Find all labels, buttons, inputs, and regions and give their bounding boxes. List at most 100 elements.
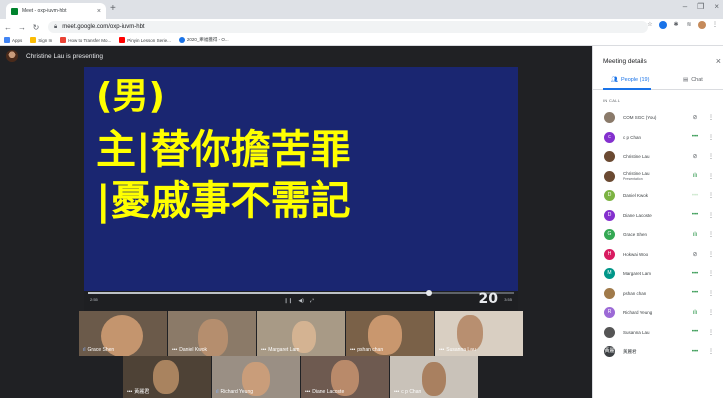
participant-row[interactable]: 黃麗 黃麗君 ••• ⋮ (593, 342, 723, 362)
more-icon: ••• (394, 389, 400, 395)
participant-row[interactable]: COM SGC (You) ⊘ ⋮ (593, 108, 723, 128)
more-options-icon[interactable]: ⋮ (708, 153, 714, 160)
forward-icon[interactable]: → (16, 23, 28, 32)
participant-tile[interactable]: ••• Susanna Lau (435, 311, 523, 356)
participant-row[interactable]: pshan chan ••• ⋮ (593, 284, 723, 304)
new-tab-button[interactable]: + (110, 3, 116, 15)
profile-avatar[interactable] (698, 21, 706, 29)
presentation-slide: (男) 主|替你擔苦罪 |憂戚事不需記 (84, 67, 518, 291)
participant-row[interactable]: c c p Chan ••• ⋮ (593, 128, 723, 148)
participant-tile[interactable]: ıl Richard Yeung (212, 356, 300, 398)
fullscreen-icon[interactable]: ⤢ (310, 298, 314, 304)
presenting-banner: Christine Lau is presenting (6, 50, 103, 62)
audio-indicator-icon[interactable]: ••• (690, 193, 700, 199)
participant-row[interactable]: G Grace Shen ılı ⋮ (593, 225, 723, 245)
more-options-icon[interactable]: ⋮ (708, 114, 714, 121)
audio-indicator-icon[interactable]: ••• (690, 290, 700, 296)
participant-tile[interactable]: ••• Daniel Kwok (168, 311, 256, 356)
participant-row[interactable]: M Margaret Lam ••• ⋮ (593, 264, 723, 284)
participant-row[interactable]: D Daniel Kwok ••• ⋮ (593, 186, 723, 206)
audio-indicator-icon[interactable]: ••• (690, 134, 700, 140)
progress-knob[interactable] (425, 290, 432, 296)
talking-icon[interactable]: ılı (690, 310, 700, 316)
avatar (604, 151, 615, 163)
close-icon[interactable]: × (716, 56, 721, 66)
talking-icon[interactable]: ılı (690, 173, 700, 179)
browser-tab[interactable]: Meet - oxp-iuvm-hbt × (6, 3, 106, 19)
participant-row[interactable]: D Diane Lacoste ••• ⋮ (593, 206, 723, 226)
tile-label: ••• Daniel Kwok (172, 347, 208, 353)
minimize-button[interactable]: – (683, 2, 687, 11)
more-options-icon[interactable]: ⋮ (708, 309, 714, 316)
extension-icon[interactable] (659, 21, 667, 29)
tile-label: ••• 黃麗君 (127, 388, 150, 396)
mic-off-icon[interactable]: ⊘ (690, 114, 700, 121)
address-bar[interactable]: 🔒︎ meet.google.com/oxp-iuvm-hbt (48, 21, 648, 33)
close-window-button[interactable]: × (714, 2, 719, 11)
more-options-icon[interactable]: ⋮ (708, 212, 714, 219)
participant-tile[interactable]: ••• Diane Lacoste (301, 356, 389, 398)
participant-tile[interactable]: ••• 黃麗君 (123, 356, 211, 398)
more-options-icon[interactable]: ⋮ (708, 134, 714, 141)
pause-icon[interactable]: ❙❙ (284, 298, 292, 304)
participant-tile[interactable]: ıl Grace Shen (79, 311, 167, 356)
cast-icon[interactable]: ≋ (685, 21, 693, 29)
bookmark-pinyin[interactable]: Pinyin Lesson Serie... (119, 37, 171, 43)
participant-name-text: Hokwai Woo (623, 251, 649, 257)
participant-name-text: Richard Yeung (623, 310, 653, 316)
audio-indicator-icon[interactable]: ••• (690, 329, 700, 335)
avatar: R (604, 307, 615, 319)
talking-icon: ıl (83, 347, 86, 353)
participant-name-text: Christine Lau (623, 154, 650, 160)
bookmark-sign-in[interactable]: Sign In (30, 37, 52, 43)
participant-row[interactable]: R Richard Yeung ılı ⋮ (593, 303, 723, 323)
volume-icon[interactable]: ◀) (298, 298, 304, 304)
participant-name: Christine Lau Presentation (623, 171, 683, 181)
participant-subtitle: Presentation (623, 176, 643, 181)
bookmark-onedrive[interactable]: 2020_牽福獲得 - O... (178, 37, 229, 43)
participant-row[interactable]: Christine Lau Presentation ılı ⋮ (593, 167, 723, 187)
progress-fill (88, 292, 429, 294)
back-icon[interactable]: ← (2, 23, 14, 32)
more-options-icon[interactable]: ⋮ (708, 231, 714, 238)
participant-row[interactable]: H Hokwai Woo ⊘ ⋮ (593, 245, 723, 265)
bookmark-transfer[interactable]: How to Transfer Mo... (60, 37, 111, 43)
audio-indicator-icon[interactable]: ••• (690, 271, 700, 277)
more-options-icon[interactable]: ⋮ (708, 251, 714, 258)
avatar: D (604, 190, 615, 202)
more-options-icon[interactable]: ⋮ (708, 270, 714, 277)
more-options-icon[interactable]: ⋮ (708, 348, 714, 355)
talking-icon[interactable]: ılı (690, 232, 700, 238)
tile-label: ••• c p Chan (394, 389, 422, 395)
window-controls: – ❐ × (683, 2, 719, 11)
tab-people[interactable]: 👥︎ People (19) (611, 77, 649, 83)
star-icon[interactable]: ☆ (646, 21, 654, 29)
maximize-button[interactable]: ❐ (697, 2, 704, 11)
progress-track[interactable] (88, 290, 514, 296)
participant-tile[interactable]: ••• pshan chan (346, 311, 434, 356)
reload-icon[interactable]: ↻ (30, 23, 42, 32)
tab-chat[interactable]: ▤ Chat (683, 77, 703, 83)
mic-off-icon[interactable]: ⊘ (690, 251, 700, 258)
participant-row[interactable]: Christine Lau ⊘ ⋮ (593, 147, 723, 167)
bookmark-apps[interactable]: Apps (4, 37, 22, 43)
menu-dots-icon[interactable]: ⋮ (711, 21, 719, 29)
talking-icon: ıl (216, 389, 219, 395)
puzzle-icon[interactable]: ✱ (672, 21, 680, 29)
audio-indicator-icon[interactable]: ••• (690, 212, 700, 218)
mic-off-icon[interactable]: ⊘ (690, 153, 700, 160)
more-options-icon[interactable]: ⋮ (708, 173, 714, 180)
more-options-icon[interactable]: ⋮ (708, 192, 714, 199)
audio-indicator-icon[interactable]: ••• (690, 349, 700, 355)
participant-tile[interactable]: ••• Margaret Lam (257, 311, 345, 356)
participant-list: COM SGC (You) ⊘ ⋮ c c p Chan ••• ⋮ Christine La… (593, 108, 723, 362)
more-options-icon[interactable]: ⋮ (708, 329, 714, 336)
participant-name-text: pshan chan (623, 290, 647, 296)
tab-close-icon[interactable]: × (97, 8, 101, 15)
more-options-icon[interactable]: ⋮ (708, 290, 714, 297)
cloud-icon (178, 37, 185, 43)
participant-tile[interactable]: ••• c p Chan (390, 356, 478, 398)
participant-row[interactable]: Susanna Lau ••• ⋮ (593, 323, 723, 343)
participant-name: Richard Yeung (623, 310, 683, 315)
url-text: meet.google.com/oxp-iuvm-hbt (62, 24, 145, 30)
